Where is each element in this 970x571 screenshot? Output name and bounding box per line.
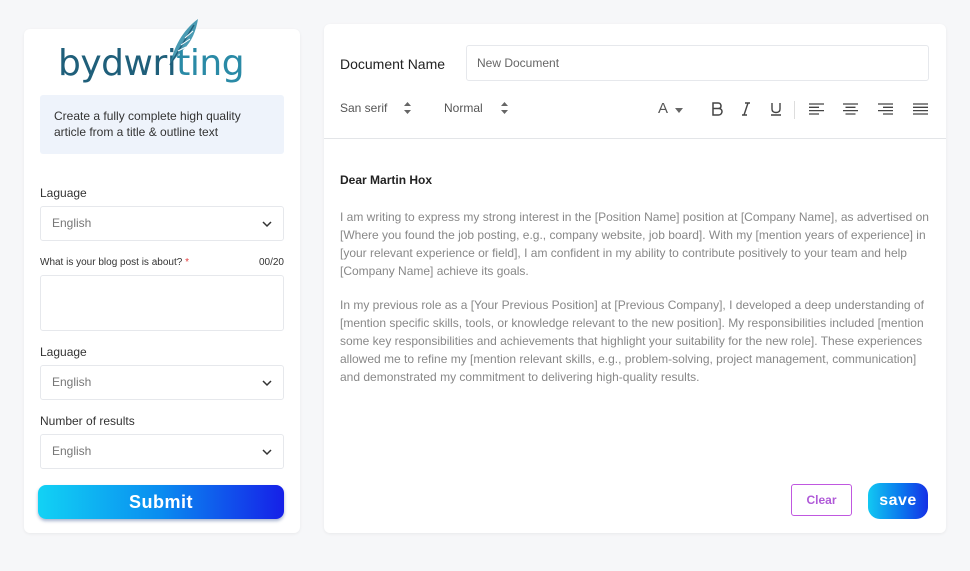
font-family-select[interactable]: San serif <box>340 101 387 115</box>
sort-icon <box>501 102 508 114</box>
font-size-select[interactable]: Normal <box>444 101 483 115</box>
topic-label: What is your blog post is about? * <box>40 257 189 268</box>
save-button[interactable]: save <box>868 483 928 519</box>
results-select[interactable]: English <box>40 434 284 469</box>
topic-textarea[interactable] <box>40 275 284 331</box>
feather-icon <box>169 19 198 66</box>
align-justify-icon[interactable] <box>913 103 928 115</box>
language2-select-value: English <box>52 375 92 389</box>
editor-panel: Document Name San serif Normal A <box>324 24 946 533</box>
submit-button[interactable]: Submit <box>38 485 284 519</box>
toolbar-divider-line <box>324 138 946 139</box>
clear-button[interactable]: Clear <box>791 484 852 516</box>
results-select-value: English <box>52 444 92 458</box>
language-select-value: English <box>52 216 92 230</box>
align-center-icon[interactable] <box>843 103 858 115</box>
logo: bydwriting <box>58 43 245 84</box>
document-name-label: Document Name <box>340 56 446 72</box>
letter-paragraph: I am writing to express my strong intere… <box>340 210 929 278</box>
sort-icon <box>404 102 411 114</box>
align-right-icon[interactable] <box>878 103 893 115</box>
promo-banner: Create a fully complete high quality art… <box>40 95 284 154</box>
italic-icon[interactable] <box>741 102 751 116</box>
letter-paragraph: In my previous role as a [Your Previous … <box>340 298 924 384</box>
language2-select[interactable]: English <box>40 365 284 400</box>
bold-icon[interactable] <box>711 102 723 116</box>
chevron-down-icon <box>675 108 683 113</box>
align-left-icon[interactable] <box>809 103 824 115</box>
generator-panel: bydwriting Create a fully complete high … <box>24 19 300 533</box>
letter-greeting: Dear Martin Hox <box>340 173 433 187</box>
language-label: Laguage <box>40 186 87 200</box>
topic-char-counter: 00/20 <box>258 257 284 268</box>
language-select[interactable]: English <box>40 206 284 241</box>
results-label: Number of results <box>40 414 135 428</box>
format-toolbar: San serif Normal A <box>324 94 946 124</box>
chevron-down-icon <box>262 221 272 228</box>
underline-icon[interactable] <box>770 102 782 116</box>
chevron-down-icon <box>262 449 272 456</box>
toolbar-divider <box>794 101 795 119</box>
text-color-button[interactable]: A <box>658 100 668 117</box>
document-name-input[interactable] <box>466 45 929 81</box>
language2-label: Laguage <box>40 345 87 359</box>
chevron-down-icon <box>262 380 272 387</box>
document-editor[interactable]: Dear Martin Hox I am writing to express … <box>340 171 930 402</box>
